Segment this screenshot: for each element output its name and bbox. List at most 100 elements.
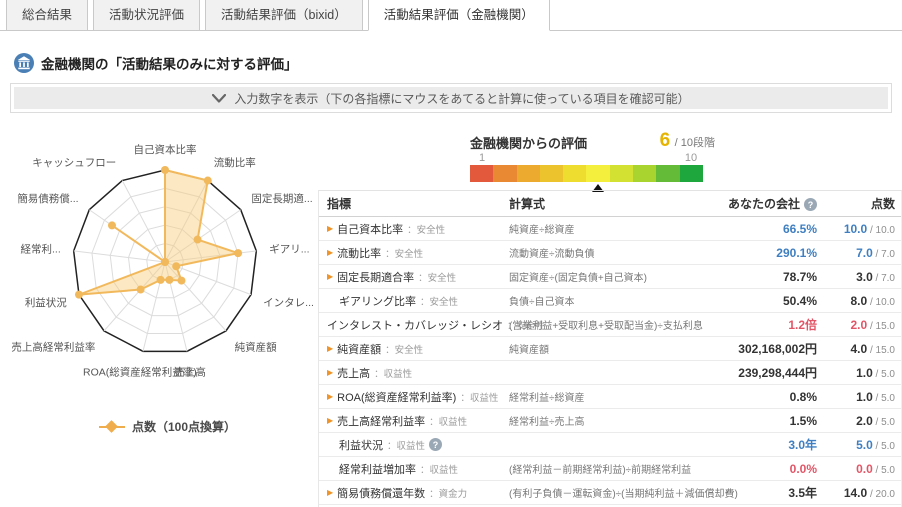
radar-data-point[interactable] [108,221,116,229]
company-value-cell: 66.5% [699,222,817,236]
radar-data-point[interactable] [137,286,145,294]
expand-arrow-icon: ▶ [327,416,333,425]
indicator-cell: ▶自己資本比率：安全性 [319,221,509,237]
score-max: / 7.0 [873,273,895,284]
gauge-min-label: 1 [479,152,485,164]
gauge-segment-4 [540,165,563,182]
tab-activity-results-bixid[interactable]: 活動結果評価（bixid） [205,0,363,30]
score-value: 2.0 [856,414,873,428]
indicator-category: ：収益性 [429,414,467,428]
score-value: 5.0 [856,438,873,452]
table-row[interactable]: ▶流動比率：安全性流動資産÷流動負債290.1%7.0 / 7.0 [319,241,901,265]
table-row[interactable]: ▶売上高経常利益率：収益性経常利益÷売上高1.5%2.0 / 5.0 [319,409,901,433]
table-row[interactable]: ギアリング比率：安全性負債÷自己資本50.4%8.0 / 10.0 [319,289,901,313]
table-row[interactable]: ▶自己資本比率：安全性純資産÷総資産66.5%10.0 / 10.0 [319,217,901,241]
radar-legend[interactable]: 点数（100点換算） [0,418,335,435]
score-max: / 5.0 [873,369,895,380]
show-input-numbers-container: 入力数字を表示（下の各指標にマウスをあてると計算に使っている項目を確認可能） [10,83,892,113]
table-row[interactable]: 利益状況：収益性?3.0年5.0 / 5.0 [319,433,901,457]
header-score: 点数 [817,195,901,212]
indicator-cell: ▶ 売上高経常利益率 ：収益性 [319,413,509,429]
indicator-name: 流動比率 [337,245,381,261]
indicator-cell: ▶売上高：収益性 [319,365,509,381]
tab-bar: 総合結果 活動状況評価 活動結果評価（bixid） 活動結果評価（金融機関） [0,0,902,31]
gauge-score-value: 6 [660,130,671,151]
indicator-category: ：資金力 [429,486,467,500]
table-row[interactable]: ▶固定長期適合率：安全性固定資産÷(固定負債+自己資本)78.7%3.0 / 7… [319,265,901,289]
score-cell: 2.0 / 5.0 [817,414,901,428]
formula-cell: 固定資産÷(固定負債+自己資本) [509,269,699,284]
score-max: / 5.0 [873,441,895,452]
indicator-name: 固定長期適合率 [337,269,414,285]
radar-axis-label: 売上高経常利益率 [11,341,95,354]
score-cell: 10.0 / 10.0 [817,222,901,236]
table-row[interactable]: インタレスト・カバレッジ・レシオ：安全性(営業利益+受取利息+受取配当金)÷支払… [319,313,901,337]
formula-cell: (有利子負債－運転資金)÷(当期純利益＋減価償却費) [509,485,699,500]
formula-cell: 流動資産÷流動負債 [509,245,699,260]
company-value-cell: 239,298,444円 [699,364,817,381]
gauge-scale-suffix: / 10段階 [675,137,715,149]
radar-axis-label: キャッシュフロー [32,157,116,169]
radar-series-polygon [79,170,238,295]
table-row[interactable]: 経常利益増加率：収益性(経常利益－前期経常利益)÷前期経常利益0.0%0.0 /… [319,457,901,481]
expand-arrow-icon: ▶ [327,272,333,281]
company-value-cell: 78.7% [699,270,817,284]
help-icon[interactable]: ? [429,438,442,451]
company-value-cell: 3.0年 [699,436,817,453]
bank-icon [14,53,34,73]
tab-overall-results[interactable]: 総合結果 [6,0,88,30]
radar-data-point[interactable] [75,291,83,299]
score-cell: 3.0 / 7.0 [817,270,901,284]
radar-data-point[interactable] [177,277,185,285]
score-cell: 1.0 / 5.0 [817,366,901,380]
tab-activity-status-evaluation[interactable]: 活動状況評価 [93,0,200,30]
radar-data-point[interactable] [157,276,165,284]
gauge-segment-3 [517,165,540,182]
indicator-cell: ▶流動比率：安全性 [319,245,509,261]
score-value: 1.0 [856,366,873,380]
gauge-color-scale [470,165,703,182]
indicator-cell: 利益状況：収益性? [319,437,509,453]
formula-cell: 純資産額 [509,341,699,356]
score-value: 1.0 [856,390,873,404]
company-value-cell: 1.5% [699,414,817,428]
indicator-cell: ▶ROA(総資産経常利益率)：収益性 [319,389,509,405]
radar-data-point[interactable] [234,249,242,257]
header-company-label: あなたの会社 [728,197,800,211]
indicator-category: ：安全性 [420,294,458,308]
radar-data-point[interactable] [161,166,169,174]
tab-activity-results-financial[interactable]: 活動結果評価（金融機関） [368,0,550,31]
company-value-cell: 302,168,002円 [699,340,817,357]
radar-data-point[interactable] [204,177,212,185]
table-row[interactable]: ▶純資産額：安全性純資産額302,168,002円4.0 / 15.0 [319,337,901,361]
table-row[interactable]: ▶簡易債務償還年数：資金力(有利子負債－運転資金)÷(当期純利益＋減価償却費)3… [319,481,901,505]
score-cell: 5.0 / 5.0 [817,438,901,452]
gauge-score-wrap: 6 / 10段階 [660,130,715,152]
formula-cell: 純資産÷総資産 [509,221,699,236]
table-row[interactable]: ▶売上高：収益性239,298,444円1.0 / 5.0 [319,361,901,385]
indicator-category: ：収益性 [460,390,498,404]
radar-axis-label: 純資産額 [235,341,277,354]
formula-cell: 経常利益÷総資産 [509,389,699,404]
header-formula: 計算式 [509,195,699,212]
help-icon[interactable]: ? [804,198,817,211]
indicator-name: 売上高経常利益率 [337,413,425,429]
score-value: 4.0 [851,342,868,356]
show-input-numbers-toggle[interactable]: 入力数字を表示（下の各指標にマウスをあてると計算に使っている項目を確認可能） [14,87,888,109]
legend-label: 点数（100点換算） [132,418,236,435]
company-value-cell: 50.4% [699,294,817,308]
chevron-down-icon [212,94,226,103]
indicator-table: 指標 計算式 あなたの会社? 点数 ▶自己資本比率：安全性純資産÷総資産66.5… [318,190,902,507]
radar-data-point[interactable] [172,262,180,270]
indicator-cell: ギアリング比率：安全性 [319,293,509,309]
radar-data-point[interactable] [161,258,169,266]
radar-data-point[interactable] [165,276,173,284]
indicator-category: ：収益性 [374,366,412,380]
radar-data-point[interactable] [194,236,202,244]
table-header-row: 指標 計算式 あなたの会社? 点数 [319,191,901,217]
gauge-ticks: 1 10 [470,152,703,165]
company-value-cell: 0.0% [699,462,817,476]
table-row[interactable]: ▶ROA(総資産経常利益率)：収益性経常利益÷総資産0.8%1.0 / 5.0 [319,385,901,409]
indicator-cell: ▶固定長期適合率：安全性 [319,269,509,285]
score-cell: 4.0 / 15.0 [817,342,901,356]
